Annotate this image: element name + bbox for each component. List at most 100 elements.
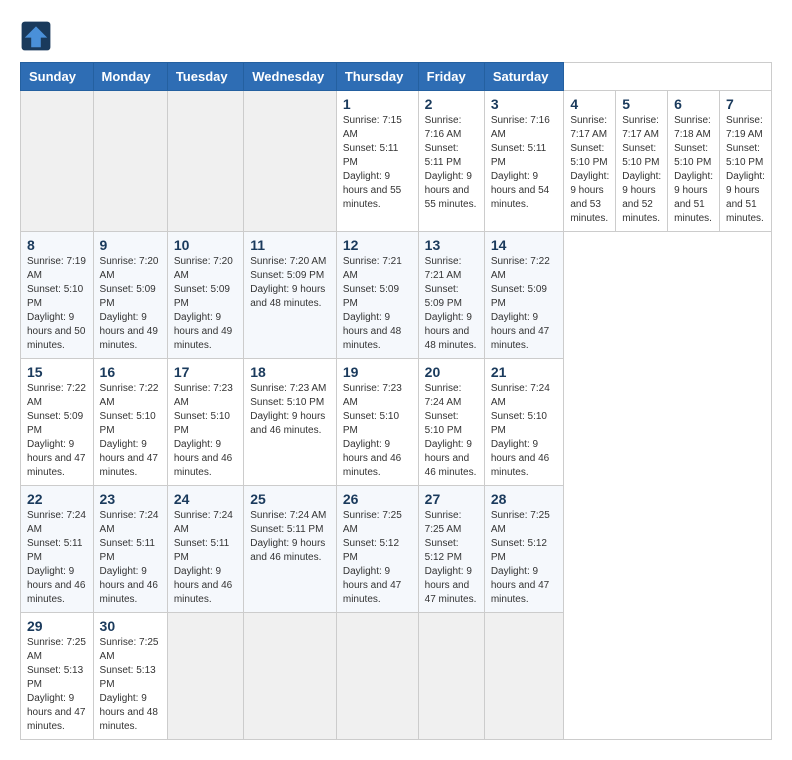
day-number: 28 [491, 491, 558, 507]
day-detail: Sunrise: 7:16 AMSunset: 5:11 PMDaylight:… [425, 114, 478, 212]
calendar-cell: 23 Sunrise: 7:24 AMSunset: 5:11 PMDayligh… [93, 486, 167, 613]
calendar-cell: 19 Sunrise: 7:23 AMSunset: 5:10 PMDayligh… [336, 359, 418, 486]
calendar-cell: 14Sunrise: 7:22 AMSunset: 5:09 PMDayligh… [484, 232, 564, 359]
day-number: 26 [343, 491, 412, 507]
day-number: 19 [343, 364, 412, 380]
calendar-table: SundayMondayTuesdayWednesdayThursdayFrid… [20, 62, 772, 740]
day-number: 13 [425, 237, 478, 253]
calendar-cell: 1Sunrise: 7:15 AMSunset: 5:11 PMDaylight… [336, 91, 418, 232]
week-row-3: 15Sunrise: 7:22 AMSunset: 5:09 PMDayligh… [21, 359, 772, 486]
calendar-cell: 5 Sunrise: 7:17 AMSunset: 5:10 PMDaylight… [616, 91, 668, 232]
day-number: 9 [100, 237, 161, 253]
calendar-cell: 28Sunrise: 7:25 AMSunset: 5:12 PMDayligh… [484, 486, 564, 613]
day-number: 1 [343, 96, 412, 112]
day-number: 16 [100, 364, 161, 380]
day-detail: Sunrise: 7:19 AMSunset: 5:10 PMDaylight:… [726, 114, 765, 226]
calendar-cell: 13 Sunrise: 7:21 AMSunset: 5:09 PMDayligh… [418, 232, 484, 359]
day-detail: Sunrise: 7:24 AMSunset: 5:11 PMDaylight:… [100, 509, 161, 607]
calendar-cell [167, 91, 243, 232]
calendar-cell: 18 Sunrise: 7:23 AMSunset: 5:10 PMDayligh… [244, 359, 337, 486]
calendar-cell: 4 Sunrise: 7:17 AMSunset: 5:10 PMDaylight… [564, 91, 616, 232]
day-number: 27 [425, 491, 478, 507]
calendar-cell [167, 613, 243, 740]
calendar-cell: 12 Sunrise: 7:21 AMSunset: 5:09 PMDayligh… [336, 232, 418, 359]
day-number: 6 [674, 96, 713, 112]
day-number: 8 [27, 237, 87, 253]
day-detail: Sunrise: 7:25 AMSunset: 5:12 PMDaylight:… [425, 509, 478, 607]
calendar-cell [93, 91, 167, 232]
calendar-cell: 2Sunrise: 7:16 AMSunset: 5:11 PMDaylight… [418, 91, 484, 232]
calendar-cell: 17 Sunrise: 7:23 AMSunset: 5:10 PMDayligh… [167, 359, 243, 486]
calendar-cell: 15Sunrise: 7:22 AMSunset: 5:09 PMDayligh… [21, 359, 94, 486]
header-thursday: Thursday [336, 63, 418, 91]
day-number: 17 [174, 364, 237, 380]
day-number: 25 [250, 491, 330, 507]
calendar-cell: 24 Sunrise: 7:24 AMSunset: 5:11 PMDayligh… [167, 486, 243, 613]
day-detail: Sunrise: 7:25 AMSunset: 5:13 PMDaylight:… [100, 636, 161, 734]
calendar-cell: 26 Sunrise: 7:25 AMSunset: 5:12 PMDayligh… [336, 486, 418, 613]
day-detail: Sunrise: 7:20 AMSunset: 5:09 PMDaylight:… [250, 255, 330, 311]
calendar-cell: 16 Sunrise: 7:22 AMSunset: 5:10 PMDayligh… [93, 359, 167, 486]
day-detail: Sunrise: 7:23 AMSunset: 5:10 PMDaylight:… [174, 382, 237, 480]
day-number: 23 [100, 491, 161, 507]
week-row-2: 8 Sunrise: 7:19 AMSunset: 5:10 PMDaylight… [21, 232, 772, 359]
day-detail: Sunrise: 7:23 AMSunset: 5:10 PMDaylight:… [343, 382, 412, 480]
header-monday: Monday [93, 63, 167, 91]
calendar-cell [21, 91, 94, 232]
day-number: 14 [491, 237, 558, 253]
day-detail: Sunrise: 7:22 AMSunset: 5:10 PMDaylight:… [100, 382, 161, 480]
calendar-cell [418, 613, 484, 740]
week-row-5: 29 Sunrise: 7:25 AMSunset: 5:13 PMDayligh… [21, 613, 772, 740]
day-number: 24 [174, 491, 237, 507]
calendar-cell [336, 613, 418, 740]
calendar-cell: 29 Sunrise: 7:25 AMSunset: 5:13 PMDayligh… [21, 613, 94, 740]
calendar-cell [244, 613, 337, 740]
day-detail: Sunrise: 7:25 AMSunset: 5:13 PMDaylight:… [27, 636, 87, 734]
calendar-cell: 3Sunrise: 7:16 AMSunset: 5:11 PMDaylight… [484, 91, 564, 232]
day-number: 20 [425, 364, 478, 380]
day-detail: Sunrise: 7:24 AMSunset: 5:11 PMDaylight:… [27, 509, 87, 607]
day-number: 11 [250, 237, 330, 253]
day-detail: Sunrise: 7:19 AMSunset: 5:10 PMDaylight:… [27, 255, 87, 353]
day-detail: Sunrise: 7:24 AMSunset: 5:10 PMDaylight:… [491, 382, 558, 480]
calendar-cell: 25 Sunrise: 7:24 AMSunset: 5:11 PMDayligh… [244, 486, 337, 613]
day-detail: Sunrise: 7:20 AMSunset: 5:09 PMDaylight:… [100, 255, 161, 353]
day-detail: Sunrise: 7:17 AMSunset: 5:10 PMDaylight:… [622, 114, 661, 226]
header-row: SundayMondayTuesdayWednesdayThursdayFrid… [21, 63, 772, 91]
calendar-cell: 27 Sunrise: 7:25 AMSunset: 5:12 PMDayligh… [418, 486, 484, 613]
day-detail: Sunrise: 7:24 AMSunset: 5:11 PMDaylight:… [174, 509, 237, 607]
day-number: 29 [27, 618, 87, 634]
day-number: 4 [570, 96, 609, 112]
day-detail: Sunrise: 7:16 AMSunset: 5:11 PMDaylight:… [491, 114, 558, 212]
page-header [20, 20, 772, 52]
day-detail: Sunrise: 7:25 AMSunset: 5:12 PMDaylight:… [343, 509, 412, 607]
calendar-cell [244, 91, 337, 232]
day-number: 10 [174, 237, 237, 253]
calendar-cell: 21Sunrise: 7:24 AMSunset: 5:10 PMDayligh… [484, 359, 564, 486]
header-saturday: Saturday [484, 63, 564, 91]
day-number: 12 [343, 237, 412, 253]
day-number: 7 [726, 96, 765, 112]
day-detail: Sunrise: 7:21 AMSunset: 5:09 PMDaylight:… [425, 255, 478, 353]
day-detail: Sunrise: 7:22 AMSunset: 5:09 PMDaylight:… [27, 382, 87, 480]
calendar-cell: 9 Sunrise: 7:20 AMSunset: 5:09 PMDaylight… [93, 232, 167, 359]
logo [20, 20, 56, 52]
calendar-cell: 10 Sunrise: 7:20 AMSunset: 5:09 PMDayligh… [167, 232, 243, 359]
day-detail: Sunrise: 7:17 AMSunset: 5:10 PMDaylight:… [570, 114, 609, 226]
day-number: 5 [622, 96, 661, 112]
day-number: 18 [250, 364, 330, 380]
week-row-1: 1Sunrise: 7:15 AMSunset: 5:11 PMDaylight… [21, 91, 772, 232]
day-detail: Sunrise: 7:21 AMSunset: 5:09 PMDaylight:… [343, 255, 412, 353]
week-row-4: 22 Sunrise: 7:24 AMSunset: 5:11 PMDayligh… [21, 486, 772, 613]
header-sunday: Sunday [21, 63, 94, 91]
header-wednesday: Wednesday [244, 63, 337, 91]
day-detail: Sunrise: 7:24 AMSunset: 5:11 PMDaylight:… [250, 509, 330, 565]
header-friday: Friday [418, 63, 484, 91]
header-tuesday: Tuesday [167, 63, 243, 91]
calendar-cell: 20Sunrise: 7:24 AMSunset: 5:10 PMDayligh… [418, 359, 484, 486]
day-detail: Sunrise: 7:18 AMSunset: 5:10 PMDaylight:… [674, 114, 713, 226]
logo-icon [20, 20, 52, 52]
day-detail: Sunrise: 7:23 AMSunset: 5:10 PMDaylight:… [250, 382, 330, 438]
day-detail: Sunrise: 7:20 AMSunset: 5:09 PMDaylight:… [174, 255, 237, 353]
day-number: 22 [27, 491, 87, 507]
